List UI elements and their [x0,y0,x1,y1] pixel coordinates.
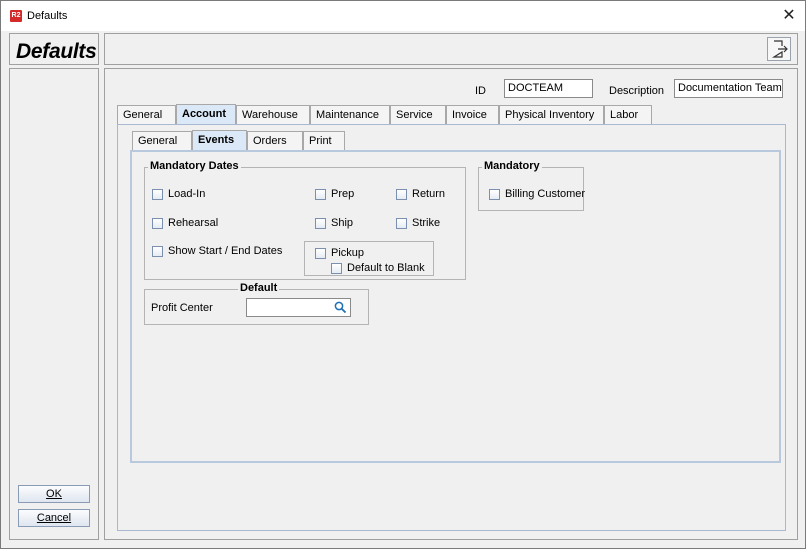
description-label: Description [609,85,665,97]
id-field[interactable]: DOCTEAM [504,79,593,98]
tab-physical-inventory[interactable]: Physical Inventory [499,105,604,124]
cancel-button[interactable]: Cancel [18,509,90,527]
checkbox-box[interactable] [331,262,342,274]
tab-service[interactable]: Service [390,105,446,124]
ship-label: Ship [331,217,354,229]
left-panel: OK Cancel [9,68,99,540]
subtab-print[interactable]: Print [303,131,345,150]
search-icon[interactable] [334,301,347,314]
subtab-orders[interactable]: Orders [247,131,303,150]
subtab-general[interactable]: General [132,131,192,150]
left-header: Defaults [9,33,99,65]
load-in-checkbox[interactable]: Load-In [152,188,205,200]
mandatory-dates-group: Mandatory Dates Load-In Rehearsal Show S… [144,160,466,280]
rehearsal-checkbox[interactable]: Rehearsal [152,217,218,229]
billing-customer-checkbox[interactable]: Billing Customer [489,188,585,200]
account-tab-body: General Events Orders Print Mandatory Da… [117,124,786,531]
default-to-blank-label: Default to Blank [347,262,425,274]
mandatory-group: Mandatory Billing Customer [478,160,585,211]
checkbox-box[interactable] [315,217,326,229]
page-title: Defaults [16,40,97,63]
id-label: ID [475,85,486,97]
strike-label: Strike [412,217,441,229]
ship-checkbox[interactable]: Ship [315,217,353,229]
prep-checkbox[interactable]: Prep [315,188,354,200]
strike-checkbox[interactable]: Strike [396,217,440,229]
checkbox-box[interactable] [152,188,163,200]
checkbox-box[interactable] [315,188,326,200]
events-panel: Mandatory Dates Load-In Rehearsal Show S… [130,150,781,463]
return-label: Return [412,188,446,200]
checkbox-box[interactable] [396,188,407,200]
checkbox-box[interactable] [396,217,407,229]
close-icon[interactable]: ✕ [773,1,805,31]
tab-labor[interactable]: Labor [604,105,652,124]
return-checkbox[interactable]: Return [396,188,445,200]
app-logo-icon: R2 [10,10,22,22]
default-to-blank-checkbox[interactable]: Default to Blank [331,262,425,274]
profit-center-label: Profit Center [151,302,213,314]
default-group: Default Profit Center [144,282,369,325]
mandatory-title: Mandatory [482,160,542,172]
exit-button[interactable] [767,37,791,61]
rehearsal-label: Rehearsal [168,217,219,229]
profit-center-input[interactable] [246,298,351,317]
checkbox-box[interactable] [152,245,163,257]
main-panel: ID DOCTEAM Description Documentation Tea… [104,68,798,540]
mandatory-dates-title: Mandatory Dates [148,160,241,172]
tab-maintenance[interactable]: Maintenance [310,105,390,124]
checkbox-box[interactable] [152,217,163,229]
ok-button[interactable]: OK [18,485,90,503]
show-dates-label: Show Start / End Dates [168,245,283,257]
pickup-label: Pickup [331,247,365,259]
defaults-window: R2 Defaults ✕ Defaults OK Cancel ID DOCT… [0,0,806,549]
exit-icon [771,40,788,58]
pickup-checkbox[interactable]: Pickup [315,247,364,259]
checkbox-box[interactable] [315,247,326,259]
toolbar [104,33,798,65]
load-in-label: Load-In [168,188,206,200]
description-field[interactable]: Documentation Team [674,79,783,98]
title-bar: R2 Defaults ✕ [1,1,805,31]
prep-label: Prep [331,188,355,200]
show-dates-checkbox[interactable]: Show Start / End Dates [152,245,282,257]
tab-general[interactable]: General [117,105,176,124]
window-title: Defaults [27,10,68,22]
pickup-group: Pickup Default to Blank [304,241,434,276]
tab-invoice[interactable]: Invoice [446,105,499,124]
default-title: Default [238,282,280,294]
tab-account[interactable]: Account [176,104,236,124]
tab-warehouse[interactable]: Warehouse [236,105,310,124]
checkbox-box[interactable] [489,188,500,200]
billing-customer-label: Billing Customer [505,188,586,200]
subtab-events[interactable]: Events [192,130,247,150]
